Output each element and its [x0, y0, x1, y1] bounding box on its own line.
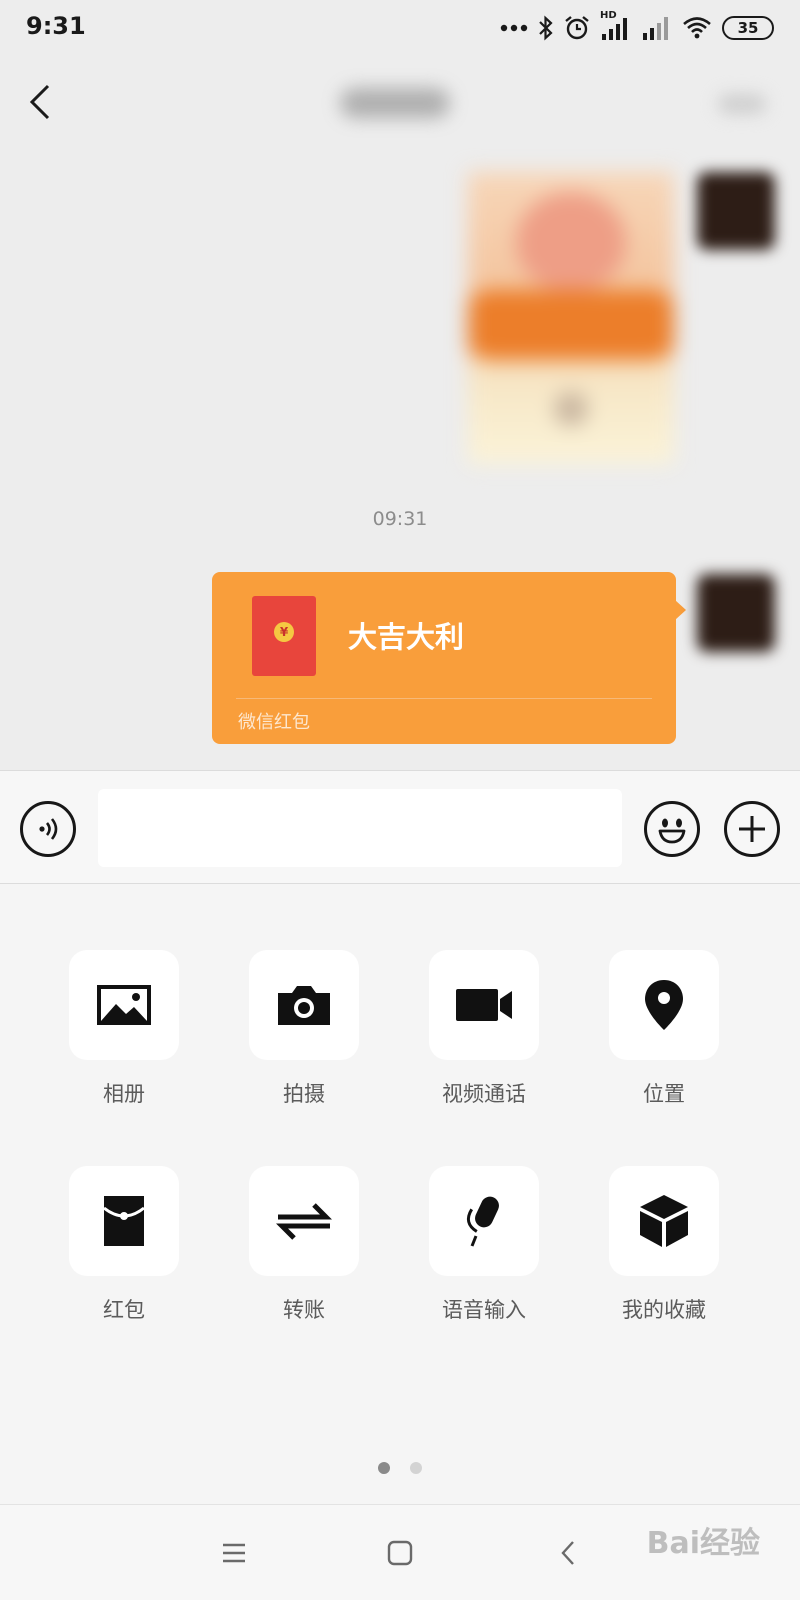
chevron-left-icon: [29, 84, 50, 120]
battery-indicator: 35: [722, 16, 774, 40]
coin-icon: ¥: [274, 622, 294, 642]
panel-item-camera-box[interactable]: [249, 950, 359, 1060]
menu-icon: [223, 1543, 245, 1563]
panel-item-red-packet[interactable]: 红包: [54, 1166, 194, 1324]
chat-title-blurred: [340, 88, 450, 118]
panel-item-voice-input-box[interactable]: [429, 1166, 539, 1276]
signal-hd-icon: HD: [600, 10, 632, 42]
emoji-button[interactable]: [644, 801, 700, 857]
panel-item-label: 相册: [103, 1082, 145, 1106]
page-dot-active: [378, 1462, 390, 1474]
home-button[interactable]: [378, 1533, 422, 1573]
panel-item-label: 我的收藏: [622, 1298, 706, 1322]
panel-item-label: 红包: [103, 1298, 145, 1322]
favorites-box-icon: [640, 1195, 688, 1247]
status-icons: HD 35: [500, 10, 774, 44]
red-packet-greeting: 大吉大利: [348, 620, 465, 654]
chat-messages[interactable]: 09:31 ¥ 大吉大利 微信红包: [0, 148, 800, 770]
sender-avatar[interactable]: [697, 574, 775, 652]
panel-item-album[interactable]: 相册: [54, 950, 194, 1108]
panel-item-camera[interactable]: 拍摄: [234, 950, 374, 1108]
input-bar: [0, 770, 800, 884]
alarm-icon: [565, 16, 589, 40]
panel-item-location[interactable]: 位置: [594, 950, 734, 1108]
chat-info-button-blurred[interactable]: [718, 94, 766, 114]
back-arrow-icon: [561, 1541, 574, 1565]
watermark: Bai经验: [646, 1526, 760, 1561]
location-pin-icon: [645, 980, 683, 1030]
panel-item-location-box[interactable]: [609, 950, 719, 1060]
page-dot: [410, 1462, 422, 1474]
voice-wave-icon: [39, 818, 58, 840]
panel-item-transfer[interactable]: 转账: [234, 1166, 374, 1324]
red-packet-message[interactable]: ¥ 大吉大利 微信红包: [212, 572, 686, 744]
panel-item-label: 位置: [643, 1082, 685, 1106]
plus-icon: [739, 816, 765, 842]
image-message[interactable]: [468, 172, 674, 464]
back-button[interactable]: [20, 78, 60, 126]
camera-icon: [278, 986, 330, 1025]
transfer-icon: [276, 1203, 332, 1240]
system-back-button[interactable]: [546, 1533, 590, 1573]
red-packet-divider: [236, 698, 652, 699]
red-packet-source-label: 微信红包: [238, 712, 310, 733]
panel-item-album-box[interactable]: [69, 950, 179, 1060]
voice-mode-button[interactable]: [20, 801, 76, 857]
battery-level: 35: [737, 19, 759, 37]
panel-item-favorites-box[interactable]: [609, 1166, 719, 1276]
wifi-icon: [683, 17, 711, 39]
signal-icon: [643, 17, 668, 40]
microphone-icon: [466, 1196, 499, 1247]
status-time: 9:31: [26, 12, 86, 40]
panel-item-label: 语音输入: [442, 1298, 526, 1322]
panel-item-voice-input[interactable]: 语音输入: [414, 1166, 554, 1324]
menu-button[interactable]: [212, 1533, 256, 1573]
red-envelope-icon: ¥: [252, 596, 316, 676]
panel-item-transfer-box[interactable]: [249, 1166, 359, 1276]
message-timestamp: 09:31: [372, 508, 428, 530]
panel-item-label: 拍摄: [283, 1082, 325, 1106]
message-input[interactable]: [98, 789, 622, 867]
smiley-icon: [658, 818, 686, 844]
more-functions-button[interactable]: [724, 801, 780, 857]
video-call-icon: [456, 989, 512, 1021]
panel-item-video-call[interactable]: 视频通话: [414, 950, 554, 1108]
photo-album-icon: [97, 985, 151, 1025]
panel-item-favorites[interactable]: 我的收藏: [594, 1166, 734, 1324]
panel-item-red-packet-box[interactable]: [69, 1166, 179, 1276]
home-square-icon: [387, 1540, 413, 1566]
bluetooth-icon: [539, 15, 553, 41]
panel-item-label: 转账: [283, 1298, 325, 1322]
more-functions-panel: 相册 拍摄 视频通话 位置 红包 转账 语音输入 我的收藏: [0, 884, 800, 1504]
chat-header: [0, 60, 800, 148]
panel-item-video-call-box[interactable]: [429, 950, 539, 1060]
more-dots-icon: [500, 24, 528, 32]
status-bar: 9:31 HD 35: [0, 0, 800, 60]
page-indicator: [0, 1462, 800, 1474]
sender-avatar[interactable]: [697, 172, 775, 250]
panel-item-label: 视频通话: [442, 1082, 526, 1106]
red-packet-icon: [103, 1196, 145, 1246]
